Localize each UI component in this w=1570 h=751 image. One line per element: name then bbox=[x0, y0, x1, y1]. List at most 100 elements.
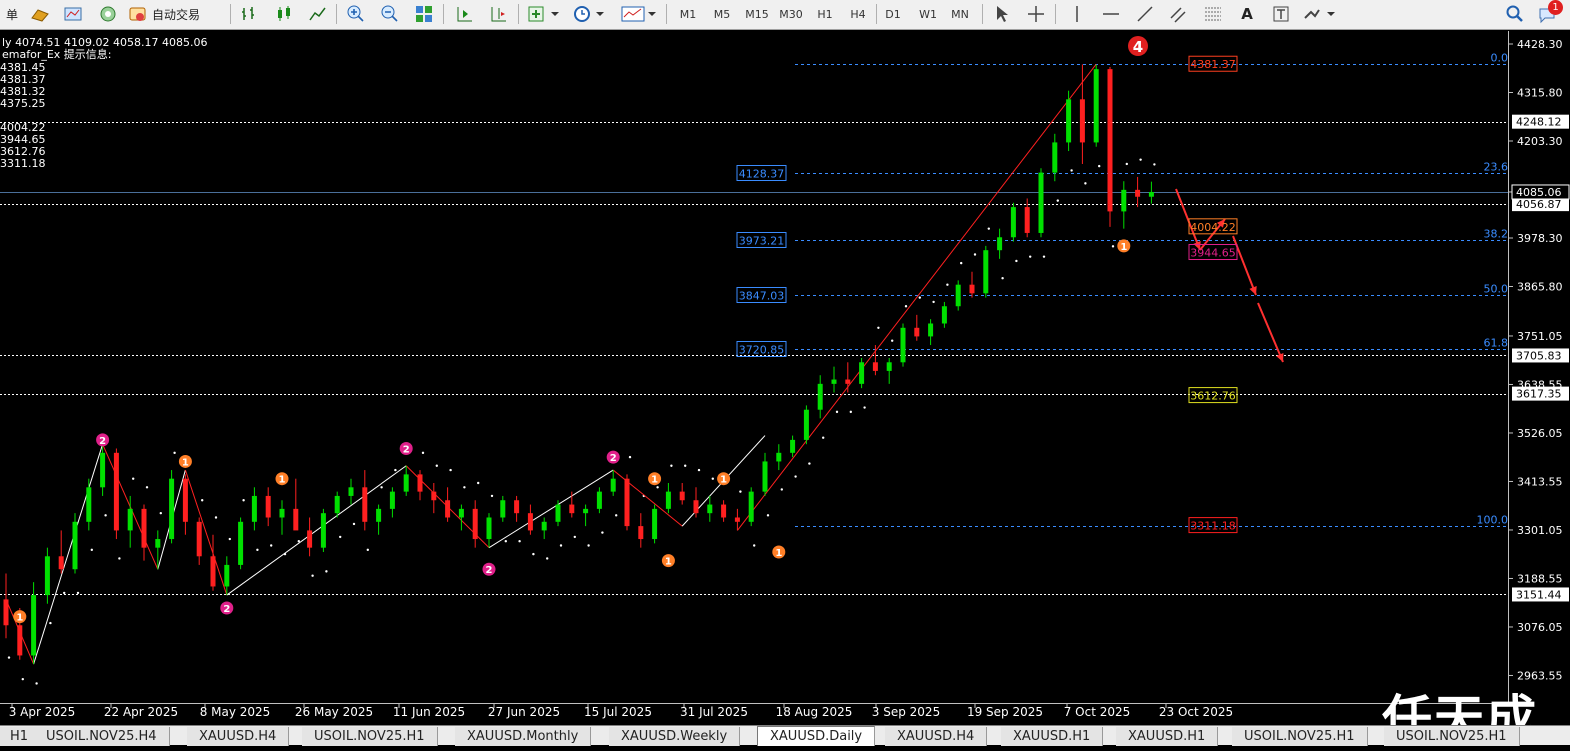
tab-usoil-nov25-h1[interactable]: USOIL.NOV25.H1 bbox=[1232, 727, 1368, 746]
sar-dot bbox=[449, 468, 452, 472]
line-chart-icon[interactable] bbox=[305, 3, 331, 25]
indicators-dropdown[interactable] bbox=[526, 3, 562, 25]
candle-body bbox=[541, 521, 547, 531]
tab-xauusd-h4[interactable]: XAUUSD.H4 bbox=[187, 727, 290, 746]
candle-body bbox=[941, 306, 947, 324]
timeframe-m15[interactable]: M15 bbox=[741, 3, 773, 25]
tab-usoil-nov25-h4[interactable]: USOIL.NOV25.H4 bbox=[34, 727, 170, 746]
candle-body bbox=[458, 508, 464, 518]
timeframe-w1[interactable]: W1 bbox=[913, 3, 943, 25]
chart-window[interactable]: 0.0 23.6 4128.37 38.2 3973.21 50.0 3847.03 61.8… bbox=[0, 31, 1570, 748]
time-tick-label: 18 Aug 2025 bbox=[776, 705, 853, 719]
sar-dot bbox=[753, 544, 756, 547]
trendline-icon[interactable] bbox=[1132, 3, 1158, 25]
candle-body bbox=[665, 491, 671, 509]
candle-body bbox=[1135, 189, 1141, 197]
equidistant-channel-icon[interactable] bbox=[1166, 3, 1192, 25]
globe-icon[interactable] bbox=[95, 3, 121, 25]
tab-usoil-nov25-h1[interactable]: USOIL.NOV25.H1 bbox=[1384, 727, 1520, 746]
sar-dot bbox=[477, 481, 480, 485]
bid-price-label: 4085.06 bbox=[1516, 186, 1562, 199]
templates-dropdown[interactable] bbox=[619, 3, 659, 25]
candle-body bbox=[983, 250, 989, 294]
text-label-icon[interactable] bbox=[1268, 3, 1294, 25]
cursor-icon[interactable] bbox=[989, 3, 1015, 25]
bar-chart-icon[interactable] bbox=[237, 3, 263, 25]
tab-usoil-nov25-h1[interactable]: USOIL.NOV25.H1 bbox=[302, 727, 438, 746]
sar-dot bbox=[1084, 182, 1087, 185]
candle-body bbox=[376, 508, 382, 522]
candlestick-icon[interactable] bbox=[271, 3, 297, 25]
separator bbox=[666, 4, 667, 24]
sar-dot bbox=[835, 410, 839, 414]
wave-marker-label: 1 bbox=[665, 557, 672, 568]
timeframe-h4[interactable]: H4 bbox=[844, 3, 872, 25]
tile-windows-icon[interactable] bbox=[411, 3, 437, 25]
timeframe-d1[interactable]: D1 bbox=[879, 3, 907, 25]
chart-shift-icon[interactable] bbox=[486, 3, 512, 25]
sar-dot bbox=[532, 552, 535, 556]
sar-dot bbox=[463, 486, 466, 489]
fibonacci-icon[interactable] bbox=[1200, 3, 1226, 25]
tab-xauusd-daily[interactable]: XAUUSD.Daily bbox=[757, 726, 876, 746]
auto-scroll-icon[interactable] bbox=[452, 3, 478, 25]
fib-level-label: 38.2 bbox=[1484, 228, 1509, 241]
vertical-line-icon[interactable] bbox=[1064, 3, 1090, 25]
candle-body bbox=[1024, 207, 1030, 233]
timeframe-m30[interactable]: M30 bbox=[775, 3, 807, 25]
candle-body bbox=[790, 439, 796, 453]
candle-body bbox=[1148, 192, 1154, 197]
menu-label[interactable]: 单 bbox=[2, 3, 22, 25]
arrows-icon bbox=[1304, 9, 1335, 19]
sar-dot bbox=[35, 682, 38, 685]
tab-xauusd-h1[interactable]: XAUUSD.H1 bbox=[1116, 727, 1219, 746]
portfolio-icon[interactable] bbox=[60, 3, 86, 25]
candle-body bbox=[58, 556, 64, 570]
timeframe-mn[interactable]: MN bbox=[945, 3, 975, 25]
sar-dot bbox=[394, 468, 397, 472]
candle-body bbox=[238, 521, 244, 565]
wave-marker-label: 1 bbox=[720, 475, 727, 486]
time-tick-label: 26 May 2025 bbox=[295, 705, 373, 719]
zoom-out-icon[interactable] bbox=[377, 3, 403, 25]
candle-body bbox=[776, 452, 782, 462]
sar-dot bbox=[628, 455, 632, 459]
sar-dot bbox=[311, 574, 314, 577]
autotrade-button[interactable]: 自动交易 bbox=[128, 3, 220, 25]
horizontal-line-icon[interactable] bbox=[1098, 3, 1124, 25]
timeframe-m5[interactable]: M5 bbox=[708, 3, 736, 25]
candle-body bbox=[914, 327, 920, 337]
tab-xauusd-h4[interactable]: XAUUSD.H4 bbox=[885, 727, 988, 746]
candle-body bbox=[389, 491, 395, 509]
zoom-in-icon[interactable] bbox=[343, 3, 369, 25]
tab-xauusd-weekly[interactable]: XAUUSD.Weekly bbox=[609, 727, 741, 746]
indicator-title: emafor_Ex 提示信息: bbox=[2, 47, 112, 61]
notifications-button[interactable]: 1 bbox=[1532, 0, 1566, 25]
fib-price-label: 4128.37 bbox=[739, 168, 785, 181]
candle-body bbox=[859, 362, 865, 384]
wave-marker-label: 2 bbox=[403, 445, 410, 456]
time-tick-label: 23 Oct 2025 bbox=[1159, 705, 1233, 719]
search-icon[interactable] bbox=[1502, 3, 1528, 25]
candle-body bbox=[3, 599, 9, 626]
candle-body bbox=[472, 508, 478, 540]
candle-body bbox=[1093, 69, 1099, 143]
candle-body bbox=[1038, 172, 1044, 233]
time-tick-label: 22 Apr 2025 bbox=[104, 705, 178, 719]
tab-xauusd-h1[interactable]: XAUUSD.H1 bbox=[1001, 727, 1104, 746]
tab-xauusd-monthly[interactable]: XAUUSD.Monthly bbox=[455, 727, 592, 746]
text-tool-icon[interactable]: A bbox=[1234, 3, 1260, 25]
wave-marker-label: 2 bbox=[486, 565, 493, 576]
timeframe-h1[interactable]: H1 bbox=[811, 3, 839, 25]
periods-dropdown[interactable] bbox=[571, 3, 607, 25]
sar-dot bbox=[325, 570, 328, 573]
hline-price-label: 4248.12 bbox=[1516, 116, 1562, 129]
price-chart[interactable]: 0.0 23.6 4128.37 38.2 3973.21 50.0 3847.03 61.8… bbox=[0, 31, 1570, 725]
candle-body bbox=[1066, 99, 1072, 143]
arrows-dropdown[interactable] bbox=[1300, 3, 1338, 25]
candle-body bbox=[527, 513, 533, 531]
crosshair-icon[interactable] bbox=[1023, 3, 1049, 25]
timeframe-m1[interactable]: M1 bbox=[674, 3, 702, 25]
gold-bars-icon[interactable] bbox=[27, 3, 53, 25]
candle-body bbox=[320, 513, 326, 548]
